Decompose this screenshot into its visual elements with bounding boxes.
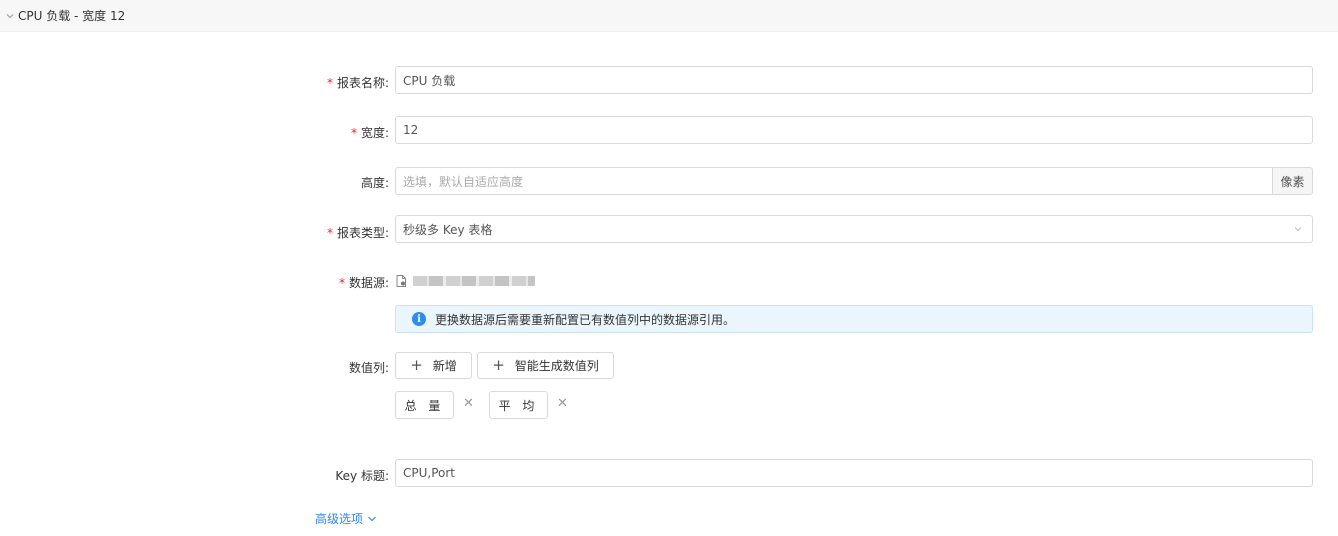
width-input[interactable]: 12 <box>395 116 1313 144</box>
height-label: 高度: <box>360 176 389 190</box>
file-icon <box>396 275 406 287</box>
required-mark: * <box>338 276 345 290</box>
key-title-label: Key 标题: <box>335 469 389 483</box>
datasource-value[interactable] <box>396 275 535 287</box>
alert-text: 更换数据源后需要重新配置已有数值列中的数据源引用。 <box>435 312 736 327</box>
width-label: * 宽度: <box>350 126 389 140</box>
height-input-group: 选填，默认自适应高度 像素 <box>395 167 1313 195</box>
report-type-label: * 报表类型: <box>326 226 389 240</box>
panel-title: CPU 负载 - 宽度 12 <box>18 9 126 23</box>
height-input[interactable]: 选填，默认自适应高度 <box>395 167 1272 195</box>
plus-icon: + <box>492 356 505 374</box>
report-name-input[interactable]: CPU 负载 <box>395 66 1313 94</box>
add-value-column-button[interactable]: + 新增 <box>395 352 472 379</box>
datasource-label: * 数据源: <box>338 276 389 290</box>
value-column-tag[interactable]: 平 均 <box>489 391 548 419</box>
chevron-down-icon <box>1294 227 1302 232</box>
required-mark: * <box>326 76 333 90</box>
close-icon[interactable]: ✕ <box>463 396 474 411</box>
chevron-down-icon <box>368 516 376 521</box>
plus-icon: + <box>410 356 423 374</box>
required-mark: * <box>326 226 333 240</box>
required-mark: * <box>350 126 357 140</box>
info-icon: i <box>412 312 426 326</box>
panel-header[interactable]: CPU 负载 - 宽度 12 <box>0 0 1338 32</box>
value-column-tag[interactable]: 总 量 <box>395 391 454 419</box>
report-name-label: * 报表名称: <box>326 76 389 90</box>
datasource-alert: i 更换数据源后需要重新配置已有数值列中的数据源引用。 <box>395 305 1313 333</box>
key-title-input[interactable]: CPU,Port <box>395 459 1313 487</box>
chevron-down-icon[interactable] <box>4 10 16 22</box>
close-icon[interactable]: ✕ <box>557 396 568 411</box>
advanced-options-link[interactable]: 高级选项 <box>315 510 377 527</box>
value-columns-label: 数值列: <box>348 361 389 375</box>
smart-generate-button[interactable]: + 智能生成数值列 <box>477 352 614 379</box>
report-type-value: 秒级多 Key 表格 <box>403 222 493 237</box>
height-unit-addon: 像素 <box>1272 167 1313 195</box>
report-type-select[interactable]: 秒级多 Key 表格 <box>395 215 1313 243</box>
datasource-name-redacted <box>413 276 535 286</box>
